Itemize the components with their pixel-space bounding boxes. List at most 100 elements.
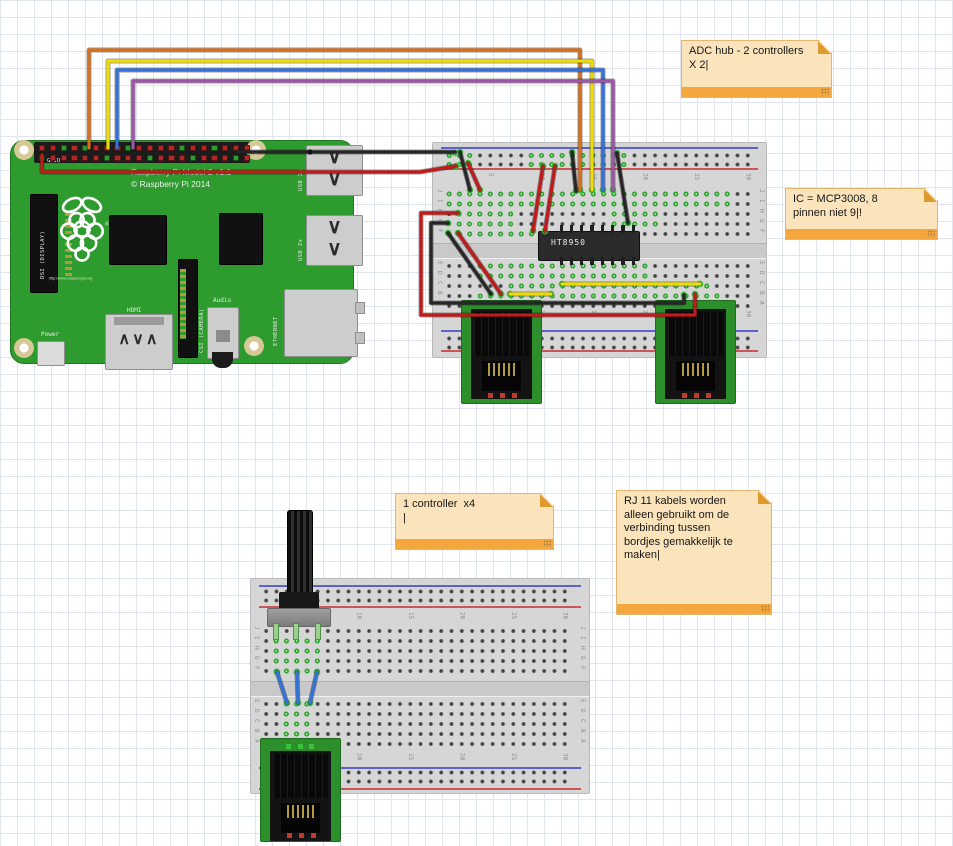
connected-holes (281, 719, 312, 729)
row-letter: H (579, 646, 586, 650)
note-title-bar[interactable] (617, 604, 771, 614)
gpio-pin (82, 145, 88, 151)
row-letter: A (253, 739, 260, 743)
row-letter: G (758, 219, 765, 223)
resize-grip[interactable] (821, 88, 829, 95)
gpio-pin (233, 145, 239, 151)
connected-holes (506, 281, 712, 291)
raspberry-logo (49, 194, 115, 266)
usb-port-top: ∨ ∨ (306, 145, 363, 196)
row-letter: D (579, 709, 586, 713)
note-rj11-info[interactable]: RJ 11 kabels worden alleen gebruikt om d… (616, 490, 772, 615)
power-rail-blue (441, 147, 758, 149)
note-ic-info[interactable]: IC = MCP3008, 8 pinnen niet 9|! (785, 188, 938, 240)
connected-holes (271, 666, 323, 676)
rj11-board-right[interactable] (655, 300, 736, 404)
note-line: ADC hub - 2 controllers (689, 45, 825, 59)
gpio-pin (39, 145, 45, 151)
gpio-pin (179, 145, 185, 151)
row-letter: E (758, 261, 765, 265)
ethernet-label: ETHERNET (273, 316, 279, 346)
row-letter: I (758, 199, 765, 203)
gpio-pin (61, 155, 67, 161)
usb-top-label: USB 2x (298, 169, 304, 191)
raspberry-pi-board[interactable]: GPIO Raspberry Pi Model 2 v1.1 © Raspber… (10, 140, 354, 364)
row-letter: G (436, 219, 443, 223)
row-letter: D (758, 271, 765, 275)
note-line: maken| (624, 549, 765, 563)
connected-holes (526, 151, 629, 169)
ic-pin (611, 225, 614, 233)
row-letter: A (758, 301, 765, 305)
gpio-pin (61, 145, 67, 151)
note-line: RJ 11 kabels worden (624, 495, 765, 509)
usb-port-bottom: ∨ ∨ (306, 215, 363, 266)
column-number: 25 (693, 173, 700, 180)
ic-chip[interactable]: HT8950 (538, 225, 638, 265)
mounting-hole (14, 140, 34, 160)
column-number: 30 (562, 612, 569, 619)
connected-holes (444, 151, 475, 169)
rj11-board-bottom[interactable] (260, 738, 341, 842)
potentiometer[interactable] (258, 505, 338, 640)
connected-holes (271, 646, 323, 656)
gpio-pin (211, 145, 217, 151)
gpio-pin (201, 155, 207, 161)
row-letter: H (436, 209, 443, 213)
gpio-pin (104, 145, 110, 151)
row-letter: H (253, 646, 260, 650)
note-title-bar[interactable] (682, 87, 831, 97)
resize-grip[interactable] (543, 540, 551, 547)
connected-holes (454, 209, 516, 219)
resize-grip[interactable] (927, 230, 935, 237)
gpio-pin (82, 155, 88, 161)
row-letter: D (253, 709, 260, 713)
note-title-bar[interactable] (786, 229, 937, 239)
connected-holes (444, 199, 732, 209)
ic-pin (560, 257, 563, 265)
note-line: alleen gebruikt om de (624, 509, 765, 523)
resize-grip[interactable] (761, 605, 769, 612)
gpio-pin (71, 145, 77, 151)
row-letter: J (758, 189, 765, 193)
note-line: verbinding tussen (624, 522, 765, 536)
gpio-pin (114, 155, 120, 161)
note-line: bordjes gemakkelijk te (624, 536, 765, 550)
note-line: pinnen niet 9|! (793, 207, 931, 221)
row-letter: F (579, 666, 586, 670)
row-letter: B (253, 729, 260, 733)
rj11-board-left[interactable] (461, 300, 542, 404)
note-title-bar[interactable] (396, 539, 553, 549)
fritzing-canvas: GPIO Raspberry Pi Model 2 v1.1 © Raspber… (0, 0, 953, 846)
row-letter: J (579, 626, 586, 630)
gpio-pin (93, 145, 99, 151)
note-adc-hub[interactable]: ADC hub - 2 controllers X 2| (681, 40, 832, 98)
ic-pin (590, 225, 593, 233)
note-line: 1 controller x4 (403, 498, 547, 512)
row-letter: F (253, 666, 260, 670)
ic-pin (632, 225, 635, 233)
audio-jack (207, 307, 239, 359)
row-letter: I (436, 199, 443, 203)
ic-pin (570, 257, 573, 265)
row-letter: E (253, 699, 260, 703)
gpio-pin (39, 155, 45, 161)
gpio-pin (50, 155, 56, 161)
ic-pin (590, 257, 593, 265)
ic-pin (611, 257, 614, 265)
note-controller[interactable]: 1 controller x4 | (395, 493, 554, 550)
gpio-pin (244, 145, 250, 151)
column-number: 20 (642, 173, 649, 180)
gpio-pin (168, 155, 174, 161)
column-number: 10 (356, 753, 363, 760)
pi-title: Raspberry Pi Model 2 v1.1 (131, 167, 231, 177)
column-number: 30 (745, 173, 752, 180)
column-number: 15 (590, 173, 597, 180)
power-port (37, 341, 65, 366)
row-letter: E (436, 261, 443, 265)
connected-holes (444, 189, 732, 199)
column-number: 25 (510, 753, 517, 760)
note-line: IC = MCP3008, 8 (793, 193, 931, 207)
audio-label: Audio (213, 297, 231, 304)
connected-holes (271, 656, 323, 666)
